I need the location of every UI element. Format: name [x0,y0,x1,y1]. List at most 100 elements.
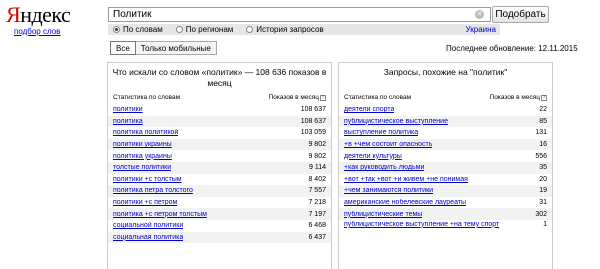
yandex-logo[interactable]: Яндекс [6,2,71,28]
impressions-count: 108 637 [300,106,326,114]
query-phrase-link[interactable]: американские нобелевские лауреаты [344,199,466,206]
mode-by-words[interactable]: По словам [113,25,163,34]
table-row: политики 108 637 [108,104,331,116]
similar-queries-list: деятели спорта 22 публицистическое выступл… [339,104,552,239]
word-stats-list: политики 108 637 политика 108 637 политика п… [108,104,331,244]
query-phrase-link[interactable]: социальная политика [113,234,183,241]
impressions-count: 35 [539,164,547,172]
mode-label: История запросов [256,25,324,34]
search-button[interactable]: Подобрать [492,6,549,23]
impressions-count: 20 [539,175,547,183]
impressions-count: 103 059 [300,129,326,137]
word-stats-panel: Что искали со словом «политик» — 108 636… [107,62,332,269]
query-phrase-link[interactable]: политики +с петром [113,199,177,206]
similar-queries-panel: Запросы, похожие на "политик" Статистика… [338,62,553,269]
radio-icon[interactable] [175,26,183,33]
table-row: политика +с петром толстым 7 197 [108,208,331,220]
table-row: деятели культуры 556 [339,150,552,162]
query-phrase-link[interactable]: политика петра толстого [113,187,193,194]
table-row: политики украины 9 802 [108,138,331,151]
query-phrase-link[interactable]: политика [113,118,143,125]
impressions-count: 131 [535,129,547,137]
search-input[interactable]: Политик ✕ [108,7,491,22]
table-row: американские нобелевские лауреаты 31 [339,197,552,209]
query-phrase-link[interactable]: политика +с петром толстым [113,211,207,218]
query-phrase-link[interactable]: +в +чем состоит опасность [344,141,432,148]
logo-rest: ндекс [20,2,71,27]
query-phrase-link[interactable]: +чем занимаются политики [344,187,433,194]
query-phrase-link[interactable]: деятели культуры [344,153,402,160]
query-phrase-link[interactable]: публицистическое выступление +на тему сп… [344,221,504,229]
impressions-count: 7 218 [308,199,326,207]
mode-label: По регионам [185,25,234,34]
clear-icon[interactable]: ✕ [475,10,484,19]
query-phrase-link[interactable]: выступление политика [344,129,418,136]
query-phrase-link[interactable]: политики [113,106,143,113]
column-count-header: Показов в месяц? [269,94,326,104]
search-input-value: Политик [113,9,152,20]
table-row: политики +с толстым 8 402 [108,174,331,186]
query-phrase-link[interactable]: политика украины [113,153,172,160]
impressions-count: 7 557 [308,187,326,195]
table-row: выступление политика 131 [339,127,552,139]
mode-query-history[interactable]: История запросов [246,25,324,34]
query-phrase-link[interactable]: политики +с толстым [113,176,182,183]
column-count-header: Показов в месяц? [490,94,547,104]
impressions-count: 8 402 [308,175,326,183]
table-row: деятели спорта 22 [339,104,552,116]
impressions-count: 19 [539,187,547,195]
impressions-count: 302 [535,210,547,218]
impressions-count: 6 437 [308,233,326,241]
table-row: политика украины 9 802 [108,150,331,162]
query-phrase-link[interactable]: политики украины [113,141,172,148]
last-update-text: Последнее обновление: 12.11.2015 [446,44,578,53]
query-phrase-link[interactable]: публицистические темы [344,211,422,218]
service-name-link[interactable]: подбор слов [14,27,60,36]
query-phrase-link[interactable]: социальной политики [113,222,183,229]
impressions-count: 7 197 [308,210,326,218]
table-row: +как руководить людьми 35 [339,161,552,174]
device-tabs: Все Только мобильные [110,41,217,55]
table-row: толстые политики 9 114 [108,161,331,174]
table-row: +вот +так +вот +и живем +не понимая 20 [339,174,552,186]
impressions-count: 556 [535,152,547,160]
table-row: социальная политика 6 437 [108,231,331,244]
impressions-count: 16 [539,141,547,149]
table-row: +в +чем состоит опасность 16 [339,138,552,151]
help-icon[interactable]: ? [320,95,326,101]
help-icon[interactable]: ? [541,95,547,101]
impressions-count: 9 114 [309,164,326,172]
radio-selected-icon[interactable] [113,26,120,33]
table-row: публицистическое выступление 85 [339,115,552,128]
impressions-count: 9 802 [308,152,326,160]
query-phrase-link[interactable]: деятели спорта [344,106,394,113]
column-count-label: Показов в месяц [268,94,319,101]
search-mode-bar: По словам По регионам История запросов У… [108,24,500,35]
mode-label: По словам [123,25,163,34]
tab-mobile-only[interactable]: Только мобильные [135,41,217,55]
mode-by-regions[interactable]: По регионам [175,25,234,34]
impressions-count: 108 637 [300,117,326,125]
column-header: Статистика по словам Показов в месяц? [108,89,331,104]
radio-icon[interactable] [246,26,254,33]
table-row: публицистическое выступление +на тему сп… [339,220,552,239]
impressions-count: 1 [543,220,547,228]
query-phrase-link[interactable]: +как руководить людьми [344,164,424,171]
table-row: политика 108 637 [108,115,331,128]
query-phrase-link[interactable]: политика политикой [113,129,178,136]
table-row: политика политикой 103 059 [108,127,331,139]
column-phrase-header: Статистика по словам [344,94,412,101]
column-count-label: Показов в месяц [489,94,540,101]
impressions-count: 22 [539,106,547,114]
impressions-count: 9 802 [308,141,326,149]
query-phrase-link[interactable]: толстые политики [113,164,171,171]
panel-title: Что искали со словом «политик» — 108 636… [112,67,327,88]
region-selector[interactable]: Украина [466,25,496,34]
impressions-count: 85 [539,117,547,125]
query-phrase-link[interactable]: +вот +так +вот +и живем +не понимая [344,176,468,183]
tab-all[interactable]: Все [110,41,136,55]
query-phrase-link[interactable]: публицистическое выступление [344,118,448,125]
impressions-count: 31 [539,199,547,207]
impressions-count: 6 468 [308,222,326,230]
table-row: политики +с петром 7 218 [108,197,331,209]
